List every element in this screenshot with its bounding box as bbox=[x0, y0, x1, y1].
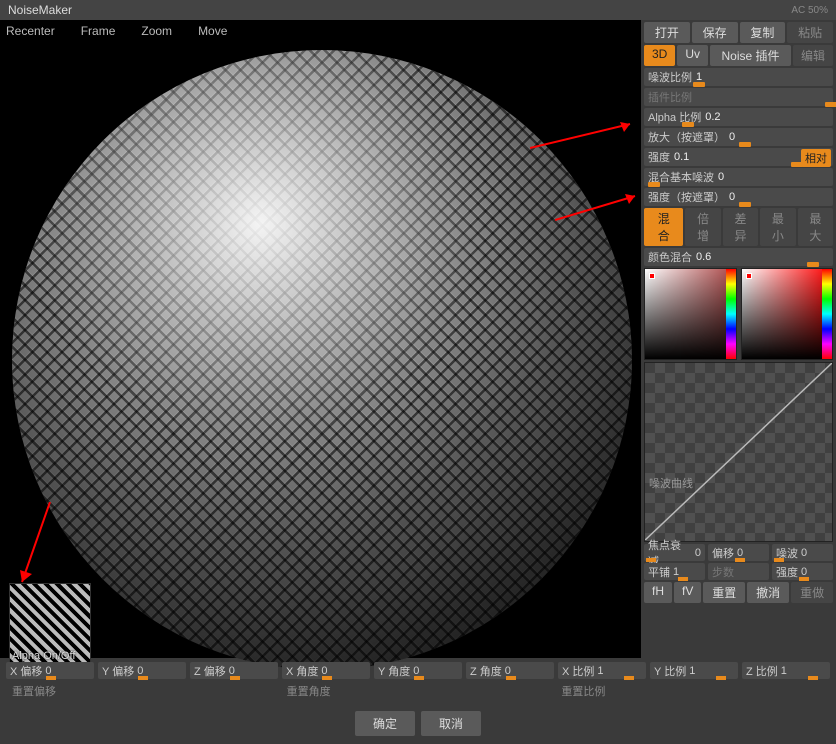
color-mix-slider[interactable]: 颜色混合 0.6 bbox=[644, 248, 833, 266]
noise-plugin-button[interactable]: Noise 插件 bbox=[710, 45, 791, 66]
transform-slider[interactable]: Z 角度 0 bbox=[466, 662, 554, 679]
steps-slider: 步数 bbox=[708, 563, 769, 580]
preview-sphere bbox=[12, 50, 632, 670]
transform-slider[interactable]: Z 偏移 0 bbox=[190, 662, 278, 679]
curve-line-icon bbox=[645, 363, 832, 540]
alpha-thumb-label: Alpha On/Off bbox=[12, 650, 75, 662]
viewport-menu: Recenter Frame Zoom Move bbox=[0, 20, 641, 42]
redo-button[interactable]: 重做 bbox=[791, 582, 833, 603]
tile-slider[interactable]: 平铺1 bbox=[644, 563, 705, 580]
color-picker-a[interactable] bbox=[644, 268, 737, 360]
noise-curve-editor[interactable]: 噪波曲线 bbox=[644, 362, 833, 542]
save-button[interactable]: 保存 bbox=[692, 22, 738, 43]
blend-mode-min[interactable]: 最小 bbox=[760, 208, 795, 246]
undo-button[interactable]: 撤消 bbox=[747, 582, 789, 603]
hue-strip[interactable] bbox=[822, 269, 832, 359]
menu-frame[interactable]: Frame bbox=[75, 22, 136, 40]
transform-slider[interactable]: Y 角度 0 bbox=[374, 662, 462, 679]
strength-mask-slider[interactable]: 强度（按遮罩） 0 bbox=[644, 188, 833, 206]
noise-amount-slider[interactable]: 噪波0 bbox=[772, 544, 833, 561]
transform-slider[interactable]: Z 比例 1 bbox=[742, 662, 830, 679]
blend-mode-max[interactable]: 最大 bbox=[798, 208, 833, 246]
zoom-mask-slider[interactable]: 放大（按遮罩） 0 bbox=[644, 128, 833, 146]
menu-move[interactable]: Move bbox=[192, 22, 247, 40]
plugin-scale-slider: 插件比例 bbox=[644, 88, 833, 106]
reset-scale-button[interactable]: 重置比例 bbox=[555, 683, 830, 699]
dialog-buttons: 确定 取消 bbox=[0, 703, 836, 744]
cancel-button[interactable]: 取消 bbox=[421, 711, 481, 736]
strength2-slider[interactable]: 强度0 bbox=[772, 563, 833, 580]
transform-controls: X 偏移 0Y 偏移 0Z 偏移 0X 角度 0Y 角度 0Z 角度 0X 比例… bbox=[0, 658, 836, 703]
reset-angle-button[interactable]: 重置角度 bbox=[281, 683, 556, 699]
transform-slider[interactable]: Y 比例 1 bbox=[650, 662, 738, 679]
blend-mode-diff[interactable]: 差异 bbox=[723, 208, 758, 246]
window-title: NoiseMaker bbox=[8, 3, 72, 17]
transform-slider[interactable]: X 比例 1 bbox=[558, 662, 646, 679]
status-text: AC 50% bbox=[791, 5, 828, 16]
color-indicator-icon bbox=[649, 273, 655, 279]
color-indicator-icon bbox=[746, 273, 752, 279]
viewport-column: Recenter Frame Zoom Move Alpha On/Off bbox=[0, 20, 641, 658]
menu-recenter[interactable]: Recenter bbox=[0, 22, 75, 40]
reset-offset-button[interactable]: 重置偏移 bbox=[6, 683, 281, 699]
ok-button[interactable]: 确定 bbox=[355, 711, 415, 736]
mode-3d-button[interactable]: 3D bbox=[644, 45, 675, 66]
noise-scale-slider[interactable]: 噪波比例 1 bbox=[644, 68, 833, 86]
preview-area[interactable]: Alpha On/Off bbox=[0, 42, 641, 654]
alpha-thumbnail[interactable]: Alpha On/Off bbox=[9, 583, 91, 665]
blend-mode-mult[interactable]: 倍增 bbox=[685, 208, 720, 246]
mix-base-noise-slider[interactable]: 混合基本噪波 0 bbox=[644, 168, 833, 186]
offset-slider[interactable]: 偏移0 bbox=[708, 544, 769, 561]
title-bar: NoiseMaker AC 50% bbox=[0, 0, 836, 20]
hue-strip[interactable] bbox=[726, 269, 736, 359]
edit-button[interactable]: 编辑 bbox=[793, 45, 833, 66]
transform-slider[interactable]: X 偏移 0 bbox=[6, 662, 94, 679]
flip-v-button[interactable]: fV bbox=[674, 582, 701, 603]
arrow-annotation-icon bbox=[10, 502, 60, 592]
transform-slider[interactable]: Y 偏移 0 bbox=[98, 662, 186, 679]
reset-button[interactable]: 重置 bbox=[703, 582, 745, 603]
menu-zoom[interactable]: Zoom bbox=[135, 22, 192, 40]
blend-mode-blend[interactable]: 混合 bbox=[644, 208, 683, 246]
strength-slider[interactable]: 强度 0.1 相对 bbox=[644, 148, 833, 166]
paste-button[interactable]: 粘贴 bbox=[787, 22, 833, 43]
transform-slider[interactable]: X 角度 0 bbox=[282, 662, 370, 679]
color-picker-b[interactable] bbox=[741, 268, 834, 360]
copy-button[interactable]: 复制 bbox=[740, 22, 786, 43]
relative-toggle[interactable]: 相对 bbox=[801, 149, 831, 167]
flip-h-button[interactable]: fH bbox=[644, 582, 672, 603]
mode-uv-button[interactable]: Uv bbox=[677, 45, 708, 66]
settings-panel: 打开 保存 复制 粘贴 3D Uv Noise 插件 编辑 噪波比例 1 插件比… bbox=[641, 20, 836, 658]
curve-label: 噪波曲线 bbox=[649, 475, 693, 491]
open-button[interactable]: 打开 bbox=[644, 22, 690, 43]
alpha-scale-slider[interactable]: Alpha 比例 0.2 bbox=[644, 108, 833, 126]
focal-falloff-slider[interactable]: 焦点衰减0 bbox=[644, 544, 705, 561]
